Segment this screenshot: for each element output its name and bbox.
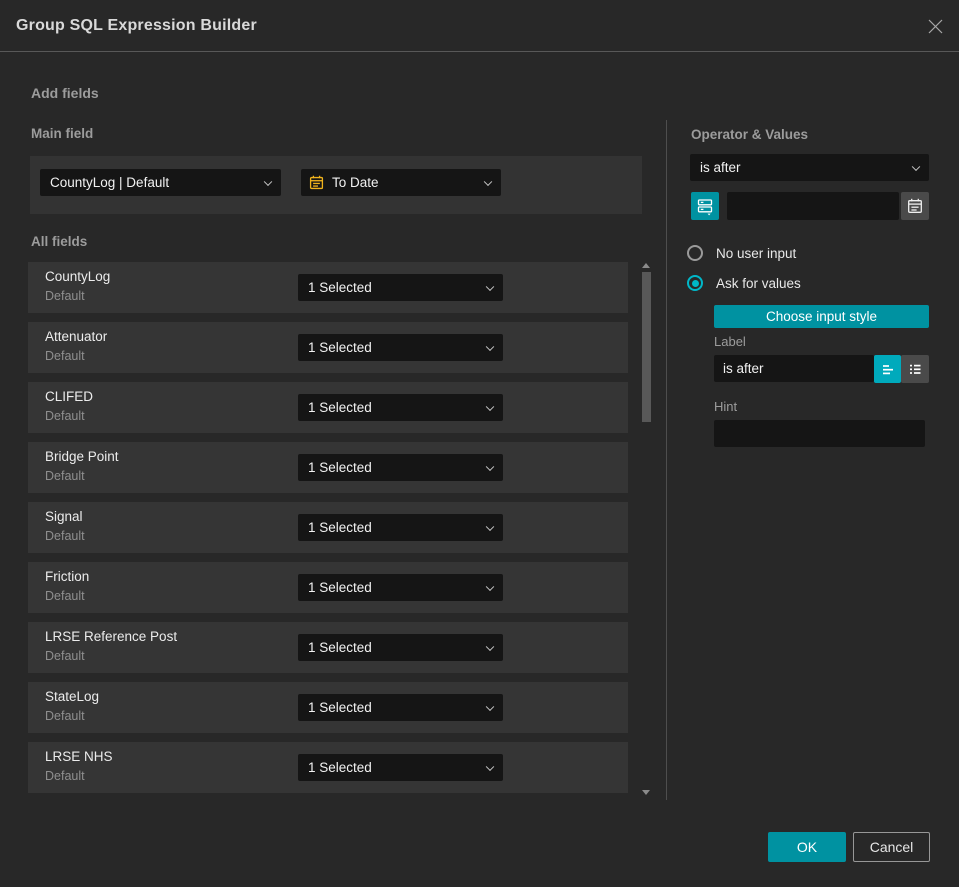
field-selected-dropdown[interactable]: 1 Selected (298, 574, 503, 601)
all-fields-label: All fields (31, 234, 88, 249)
field-selected-dropdown[interactable]: 1 Selected (298, 274, 503, 301)
dialog-title: Group SQL Expression Builder (16, 17, 257, 34)
chevron-down-icon (485, 462, 495, 471)
operator-select[interactable]: is after (690, 154, 929, 181)
field-name: Signal (45, 509, 83, 524)
field-row: CountyLog Default 1 Selected (28, 262, 628, 313)
hint-input[interactable] (714, 420, 925, 447)
chevron-down-icon (485, 582, 495, 591)
scrollbar-thumb[interactable] (642, 272, 651, 422)
field-selected-dropdown[interactable]: 1 Selected (298, 514, 503, 541)
calendar-icon[interactable] (901, 192, 929, 220)
main-field-select-value: CountyLog | Default (50, 175, 170, 190)
field-subtitle: Default (45, 349, 85, 363)
list-input-icon[interactable] (901, 355, 929, 383)
chevron-down-icon (485, 402, 495, 411)
field-name: LRSE NHS (45, 749, 113, 764)
radio-selected-icon (687, 275, 703, 291)
panel-divider (666, 120, 667, 800)
field-selected-dropdown[interactable]: 1 Selected (298, 334, 503, 361)
field-row: Signal Default 1 Selected (28, 502, 628, 553)
field-selected-dropdown[interactable]: 1 Selected (298, 634, 503, 661)
choose-input-style-button[interactable]: Choose input style (714, 305, 929, 328)
chevron-down-icon (485, 522, 495, 531)
dialog-titlebar: Group SQL Expression Builder (0, 0, 959, 52)
radio-no-user-input[interactable]: No user input (687, 245, 796, 261)
main-field-label: Main field (31, 126, 94, 141)
field-name: StateLog (45, 689, 100, 704)
field-name: Bridge Point (45, 449, 119, 464)
add-fields-heading: Add fields (31, 85, 99, 101)
field-row: CLIFED Default 1 Selected (28, 382, 628, 433)
field-subtitle: Default (45, 409, 85, 423)
field-name: LRSE Reference Post (45, 629, 178, 644)
field-selected-dropdown[interactable]: 1 Selected (298, 694, 503, 721)
ok-button[interactable]: OK (768, 832, 846, 862)
field-row: Bridge Point Default 1 Selected (28, 442, 628, 493)
stacked-values-icon[interactable] (691, 192, 719, 220)
field-name: Attenuator (45, 329, 108, 344)
field-name: Friction (45, 569, 90, 584)
close-icon[interactable] (924, 15, 946, 37)
field-name: CLIFED (45, 389, 94, 404)
radio-ask-for-values[interactable]: Ask for values (687, 275, 801, 291)
chevron-down-icon (263, 177, 273, 186)
chevron-down-icon (485, 342, 495, 351)
chevron-down-icon (911, 162, 921, 171)
chevron-down-icon (485, 282, 495, 291)
label-caption: Label (714, 334, 746, 349)
field-subtitle: Default (45, 589, 85, 603)
chevron-down-icon (485, 642, 495, 651)
scrollbar-down-arrow[interactable] (642, 790, 650, 795)
field-row: Friction Default 1 Selected (28, 562, 628, 613)
chevron-down-icon (485, 702, 495, 711)
radio-circle-icon (687, 245, 703, 261)
hint-caption: Hint (714, 399, 738, 414)
field-subtitle: Default (45, 769, 85, 783)
calendar-icon (309, 175, 324, 193)
field-subtitle: Default (45, 709, 85, 723)
operator-values-heading: Operator & Values (691, 127, 809, 142)
field-selected-dropdown[interactable]: 1 Selected (298, 394, 503, 421)
field-subtitle: Default (45, 289, 85, 303)
field-name: CountyLog (45, 269, 111, 284)
cancel-button[interactable]: Cancel (853, 832, 930, 862)
field-selected-dropdown[interactable]: 1 Selected (298, 754, 503, 781)
label-input[interactable] (714, 355, 874, 382)
operator-select-value: is after (700, 160, 741, 175)
field-row: LRSE NHS Default 1 Selected (28, 742, 628, 793)
field-type-select[interactable]: To Date (301, 169, 501, 196)
field-row: StateLog Default 1 Selected (28, 682, 628, 733)
chevron-down-icon (485, 762, 495, 771)
value-input[interactable] (727, 192, 899, 220)
main-field-select[interactable]: CountyLog | Default (40, 169, 281, 196)
field-row: Attenuator Default 1 Selected (28, 322, 628, 373)
field-subtitle: Default (45, 649, 85, 663)
field-selected-dropdown[interactable]: 1 Selected (298, 454, 503, 481)
field-subtitle: Default (45, 529, 85, 543)
field-subtitle: Default (45, 469, 85, 483)
single-line-input-icon[interactable] (874, 355, 901, 383)
scrollbar-up-arrow[interactable] (642, 263, 650, 268)
main-field-panel: CountyLog | Default To Date (30, 156, 642, 214)
chevron-down-icon (483, 177, 493, 186)
group-sql-expression-builder-dialog: Group SQL Expression Builder Add fields … (0, 0, 959, 887)
field-row: LRSE Reference Post Default 1 Selected (28, 622, 628, 673)
field-type-select-value: To Date (332, 175, 379, 190)
